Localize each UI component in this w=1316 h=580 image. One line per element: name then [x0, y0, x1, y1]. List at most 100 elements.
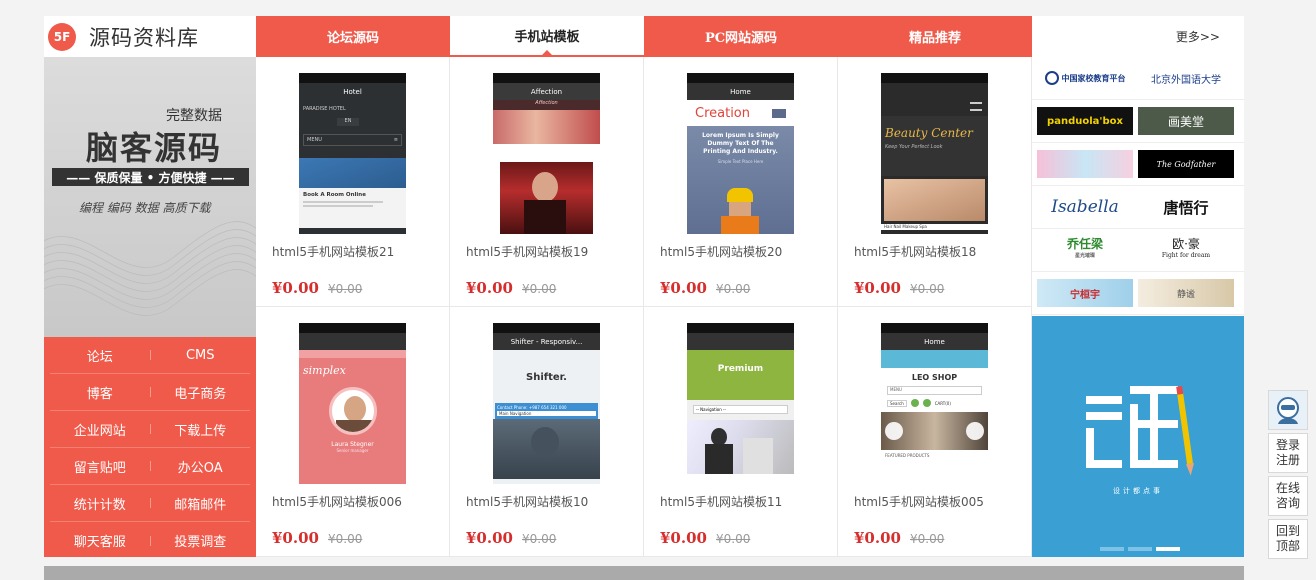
product-thumbnail[interactable]: Home Creation Lorem Ipsum Is Simply Dumm…: [687, 73, 794, 234]
product-card[interactable]: Premium -- Navigation -- html5手机网站模板11 ¥…: [644, 307, 838, 557]
product-price: ¥0.00: [272, 529, 319, 547]
slide-dot[interactable]: [1128, 547, 1152, 551]
partner-row: 中国家校教育平台 北京外国语大学: [1032, 57, 1244, 100]
partner-logo[interactable]: 宁桓宇: [1037, 279, 1133, 307]
menu-icon: [970, 102, 982, 111]
nav-item-oa[interactable]: 办公OA: [151, 457, 251, 476]
product-card[interactable]: Home LEO SHOP MENU Search CART(0) FEATURE…: [838, 307, 1032, 557]
partner-logo[interactable]: 中国家校教育平台: [1037, 64, 1133, 92]
product-card[interactable]: Affection Affection html5手机网站模板19 ¥0.00 …: [450, 57, 644, 307]
tab-recommended[interactable]: 精品推荐: [838, 16, 1032, 57]
product-card[interactable]: Hotel PARADISE HOTEL EN MENU ≡ Book A Roo…: [256, 57, 450, 307]
product-price: ¥0.00: [660, 529, 707, 547]
banner-tags: 编程 编码 数据 高质下载: [79, 201, 211, 215]
back-to-top-button[interactable]: 回到 顶部: [1268, 519, 1308, 559]
partner-logo[interactable]: panduola'box: [1037, 107, 1133, 135]
product-title[interactable]: html5手机网站模板11: [660, 493, 782, 510]
product-card[interactable]: Beauty Center Keep Your Perfect Look Hai…: [838, 57, 1032, 307]
screen-subtext: Simple Text Place Here: [717, 159, 764, 164]
partner-logo[interactable]: 唐悟行: [1138, 193, 1234, 221]
product-thumbnail[interactable]: Hotel PARADISE HOTEL EN MENU ≡ Book A Roo…: [299, 73, 406, 234]
promo-banner[interactable]: 完整数据 脑客源码 —— 保质保量 • 方便快捷 —— 编程 编码 数据 高质下…: [44, 57, 256, 337]
product-title[interactable]: html5手机网站模板18: [854, 243, 976, 260]
partner-logo[interactable]: Isabella: [1037, 193, 1133, 221]
nav-item-ecommerce[interactable]: 电子商务: [151, 383, 251, 402]
slide-dot-active[interactable]: [1156, 547, 1180, 551]
product-old-price: ¥0.00: [522, 532, 557, 546]
product-title[interactable]: html5手机网站模板005: [854, 493, 984, 510]
product-thumbnail[interactable]: simplex Laura Stegner Senior manager: [299, 323, 406, 484]
product-price: ¥0.00: [854, 529, 901, 547]
promo-slide[interactable]: 设计都点事: [1032, 316, 1244, 557]
screen-brand: PARADISE HOTEL: [303, 106, 346, 112]
partner-logo[interactable]: 画美堂: [1138, 107, 1234, 135]
nav-item-stats[interactable]: 统计计数: [50, 494, 150, 513]
category-tabs: 论坛源码 手机站模板 PC网站源码 精品推荐: [256, 16, 1032, 57]
login-register-button[interactable]: 登录 注册: [1268, 433, 1308, 473]
product-card[interactable]: simplex Laura Stegner Senior manager htm…: [256, 307, 450, 557]
screen-title: Affection: [530, 87, 563, 96]
tab-forum-source[interactable]: 论坛源码: [256, 16, 450, 57]
partner-row: Isabella 唐悟行: [1032, 186, 1244, 229]
partner-logo[interactable]: 欧·豪 Fight for dream: [1138, 236, 1234, 264]
product-title[interactable]: html5手机网站模板21: [272, 243, 394, 260]
screen-headline: Lorem Ipsum Is Simply Dummy Text Of The …: [702, 132, 779, 155]
product-title[interactable]: html5手机网站模板006: [272, 493, 402, 510]
partner-logo[interactable]: The Godfather: [1138, 150, 1234, 178]
slide-dot[interactable]: [1100, 547, 1124, 551]
partner-logo[interactable]: 乔任梁 星光璀璨: [1037, 236, 1133, 264]
floating-sidebar: 登录 注册 在线 咨询 回到 顶部: [1268, 390, 1308, 559]
partner-row: The Godfather: [1032, 143, 1244, 186]
product-old-price: ¥0.00: [328, 532, 363, 546]
product-old-price: ¥0.00: [716, 282, 751, 296]
nav-item-chat[interactable]: 聊天客服: [50, 531, 150, 550]
product-title[interactable]: html5手机网站模板19: [466, 243, 588, 260]
product-thumbnail[interactable]: Premium -- Navigation --: [687, 323, 794, 484]
screen-nav: Main Navigation: [497, 411, 596, 416]
nav-item-corporate[interactable]: 企业网站: [50, 420, 150, 439]
screen-nav: -- Navigation --: [693, 405, 788, 414]
screen-title: Home: [924, 337, 945, 346]
service-avatar-icon[interactable]: [1268, 390, 1308, 430]
online-consult-button[interactable]: 在线 咨询: [1268, 476, 1308, 516]
partner-logo[interactable]: 静谧: [1138, 279, 1234, 307]
partner-logo[interactable]: 北京外国语大学: [1138, 64, 1234, 92]
logo[interactable]: 5F 源码资料库: [44, 16, 256, 57]
product-title[interactable]: html5手机网站模板10: [466, 493, 588, 510]
screen-brand: Affection: [493, 100, 600, 110]
nav-item-forum[interactable]: 论坛: [50, 346, 150, 365]
screen-role: Senior manager: [336, 448, 369, 453]
product-card[interactable]: Home Creation Lorem Ipsum Is Simply Dumm…: [644, 57, 838, 307]
product-thumbnail[interactable]: Affection Affection: [493, 73, 600, 234]
product-old-price: ¥0.00: [910, 282, 945, 296]
slide-dots: [1100, 547, 1180, 551]
screen-contact: Contact Phone: +987 654 321 000: [497, 405, 567, 410]
screen-menu: MENU: [307, 137, 322, 143]
product-card[interactable]: Shifter - Responsiv... Shifter. Contact …: [450, 307, 644, 557]
nav-item-cms[interactable]: CMS: [151, 348, 251, 363]
product-thumbnail[interactable]: Shifter - Responsiv... Shifter. Contact …: [493, 323, 600, 484]
product-price: ¥0.00: [272, 279, 319, 297]
partner-row: 乔任梁 星光璀璨 欧·豪 Fight for dream: [1032, 229, 1244, 272]
partner-logo[interactable]: [1037, 150, 1133, 178]
nav-item-blog[interactable]: 博客: [50, 383, 150, 402]
more-link[interactable]: 更多>>: [1032, 16, 1244, 57]
product-title[interactable]: html5手机网站模板20: [660, 243, 782, 260]
design-art-icon: [1086, 385, 1194, 476]
slide-caption: 设计都点事: [1113, 487, 1163, 495]
product-thumbnail[interactable]: Home LEO SHOP MENU Search CART(0) FEATURE…: [881, 323, 988, 484]
nav-item-guestbook[interactable]: 留言贴吧: [50, 457, 150, 476]
screen-cart: CART(0): [934, 400, 951, 406]
product-price: ¥0.00: [466, 279, 513, 297]
nav-item-vote[interactable]: 投票调查: [151, 531, 251, 550]
banner-title: 脑客源码: [86, 129, 223, 167]
wave-decoration: [44, 221, 256, 316]
logo-badge-icon: 5F: [48, 22, 76, 51]
tab-pc-source[interactable]: PC网站源码: [644, 16, 838, 57]
tab-mobile-template[interactable]: 手机站模板: [450, 16, 644, 57]
nav-item-mail[interactable]: 邮箱邮件: [151, 494, 251, 513]
screen-tabs: Hair Nail Makeup Spa: [881, 224, 988, 230]
footer-strip: [44, 566, 1244, 580]
nav-item-download[interactable]: 下载上传: [151, 420, 251, 439]
product-thumbnail[interactable]: Beauty Center Keep Your Perfect Look Hai…: [881, 73, 988, 234]
